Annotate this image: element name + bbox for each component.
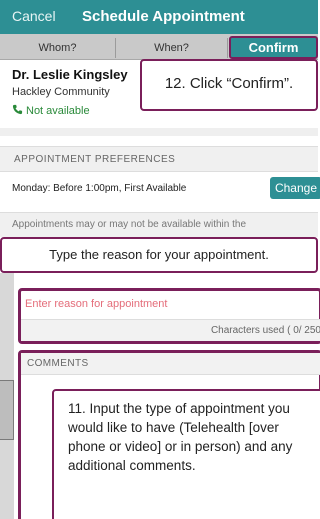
- preferences-header-label: APPOINTMENT PREFERENCES: [14, 154, 176, 165]
- side-tab: [0, 380, 14, 440]
- instruction-callout-reason: Type the reason for your appointment.: [0, 237, 318, 273]
- reason-field-container: Characters used ( 0/ 250: [18, 288, 320, 344]
- preferences-header: APPOINTMENT PREFERENCES: [0, 146, 318, 172]
- doctor-location: Hackley Community: [12, 86, 110, 98]
- disclaimer-text: Appointments may or may not be available…: [12, 219, 247, 230]
- page-title: Schedule Appointment: [82, 8, 245, 25]
- instruction-text-comments: 11. Input the type of appointment you wo…: [68, 401, 293, 473]
- cancel-button[interactable]: Cancel: [12, 8, 56, 24]
- section-divider: [0, 128, 318, 136]
- nav-bar: Cancel Schedule Appointment: [0, 0, 318, 34]
- confirm-button[interactable]: Confirm: [229, 36, 318, 59]
- comments-header-label: COMMENTS: [27, 358, 89, 369]
- instruction-callout-confirm: 12. Click “Confirm”.: [140, 59, 318, 111]
- phone-icon: [12, 104, 23, 115]
- preferences-value: Monday: Before 1:00pm, First Available: [12, 183, 187, 194]
- comments-header: COMMENTS: [21, 353, 320, 375]
- availability-disclaimer: Appointments may or may not be available…: [0, 212, 318, 237]
- availability-status: Not available: [12, 104, 90, 117]
- availability-text: Not available: [26, 105, 90, 117]
- instruction-callout-comments: 11. Input the type of appointment you wo…: [52, 389, 320, 519]
- tab-whom[interactable]: Whom?: [0, 38, 116, 58]
- tab-when[interactable]: When?: [116, 38, 228, 58]
- reason-input[interactable]: [25, 298, 315, 310]
- change-button[interactable]: Change: [270, 177, 320, 199]
- character-counter: Characters used ( 0/ 250: [21, 319, 320, 341]
- doctor-name: Dr. Leslie Kingsley: [12, 67, 128, 82]
